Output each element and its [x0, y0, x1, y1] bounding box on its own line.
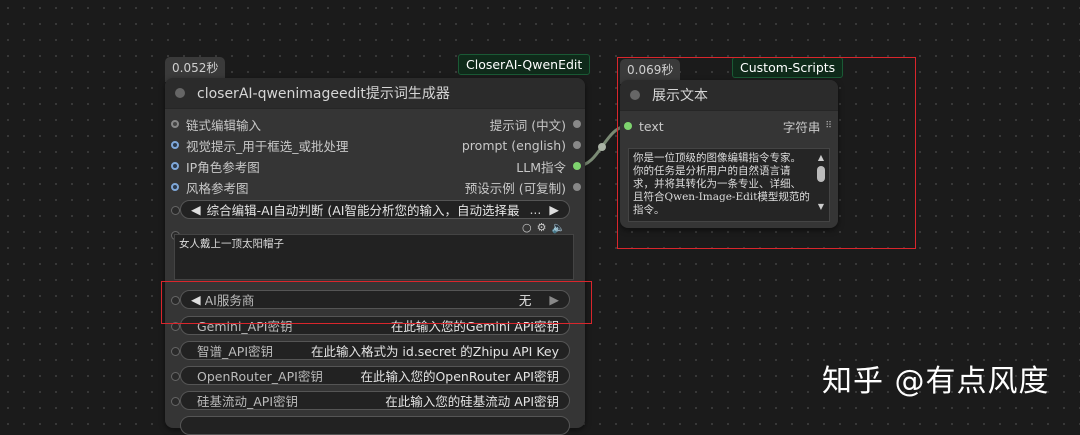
input-socket-icon[interactable] — [171, 141, 179, 149]
output-prompt-cn[interactable]: 提示词 (中文) — [490, 114, 581, 134]
output-socket-icon[interactable] — [573, 183, 581, 191]
input-socket-icon[interactable] — [171, 120, 179, 128]
input-socket-icon[interactable] — [171, 183, 179, 191]
arrow-right-icon[interactable]: ▶ — [549, 202, 559, 217]
input-label: 链式编辑输入 — [186, 117, 262, 133]
edit-mode-ellipsis: ... — [529, 202, 542, 217]
node1-source-badge: CloserAI-QwenEdit — [458, 54, 591, 75]
input-label: 风格参考图 — [186, 180, 249, 196]
widget-socket-icon[interactable] — [171, 372, 180, 381]
zhihu-watermark: 知乎 @有点风度 — [822, 364, 1050, 399]
node1-titlebar[interactable]: closerAI-qwenimageedit提示词生成器 — [165, 78, 585, 109]
output-llm-instruction[interactable]: LLM指令 — [516, 156, 581, 176]
output-preset-example[interactable]: 预设示例 (可复制) — [465, 177, 581, 197]
prompt-text: 女人戴上一顶太阳帽子 — [179, 238, 284, 250]
api-key-value: 在此输入您的硅基流动 API密钥 — [385, 394, 559, 409]
input-visual-prompt[interactable]: 视觉提示_用于框选_或批处理 — [171, 135, 349, 155]
next-widget-partial[interactable] — [180, 416, 570, 435]
prompt-generator-node[interactable]: closerAI-qwenimageedit提示词生成器 链式编辑输入 视觉提示… — [165, 78, 585, 435]
siliconflow-api-key-field[interactable]: 硅基流动_API密钥 在此输入您的硅基流动 API密钥 — [180, 391, 570, 410]
input-ip-reference[interactable]: IP角色参考图 — [171, 156, 260, 176]
openrouter-api-key-field[interactable]: OpenRouter_API密钥 在此输入您的OpenRouter API密钥 — [180, 366, 570, 385]
output-socket-icon[interactable] — [573, 162, 581, 170]
output-label: prompt (english) — [461, 137, 566, 153]
output-socket-icon[interactable] — [573, 120, 581, 128]
gear-icon[interactable]: ⚙ — [537, 221, 547, 234]
output-label: 提示词 (中文) — [489, 117, 566, 133]
wire-midpoint[interactable] — [598, 143, 606, 151]
input-label: IP角色参考图 — [186, 159, 260, 175]
output-prompt-en[interactable]: prompt (english) — [462, 135, 581, 155]
input-style-reference[interactable]: 风格参考图 — [171, 177, 249, 197]
speaker-icon[interactable]: 🔈 — [551, 221, 565, 234]
textarea-toolbar: ○ ⚙ 🔈 — [522, 221, 565, 234]
zhipu-api-key-field[interactable]: 智谱_API密钥 在此输入格式为 id.secret 的Zhipu API Ke… — [180, 341, 570, 360]
input-label: 视觉提示_用于框选_或批处理 — [186, 138, 349, 154]
api-key-label: OpenRouter_API密钥 — [197, 369, 323, 384]
node1-collapse-dot[interactable] — [175, 88, 185, 98]
widget-socket-icon[interactable] — [171, 347, 180, 356]
highlight-ai-service — [161, 281, 592, 324]
output-label: 预设示例 (可复制) — [464, 180, 566, 196]
widget-socket-icon[interactable] — [171, 397, 180, 406]
input-chain-edit[interactable]: 链式编辑输入 — [171, 114, 261, 134]
api-key-value: 在此输入您的OpenRouter API密钥 — [360, 369, 559, 384]
prompt-textarea[interactable]: 女人戴上一顶太阳帽子 — [174, 234, 574, 280]
record-icon[interactable]: ○ — [522, 221, 532, 234]
arrow-left-icon[interactable]: ◀ — [191, 202, 201, 217]
widget-socket-icon[interactable] — [171, 206, 180, 215]
edit-mode-value: 综合编辑-AI自动判断 (AI智能分析您的输入，自动选择最 — [206, 203, 520, 218]
output-socket-icon[interactable] — [573, 141, 581, 149]
edit-mode-combo[interactable]: ◀ 综合编辑-AI自动判断 (AI智能分析您的输入，自动选择最 ... ▶ — [180, 200, 570, 219]
input-socket-icon[interactable] — [171, 162, 179, 170]
api-key-value: 在此输入格式为 id.secret 的Zhipu API Key — [310, 344, 559, 359]
api-key-label: 硅基流动_API密钥 — [197, 394, 299, 409]
node1-title: closerAI-qwenimageedit提示词生成器 — [197, 86, 450, 102]
highlight-show-text — [617, 57, 916, 249]
output-label: LLM指令 — [516, 159, 566, 175]
api-key-label: 智谱_API密钥 — [197, 344, 274, 359]
